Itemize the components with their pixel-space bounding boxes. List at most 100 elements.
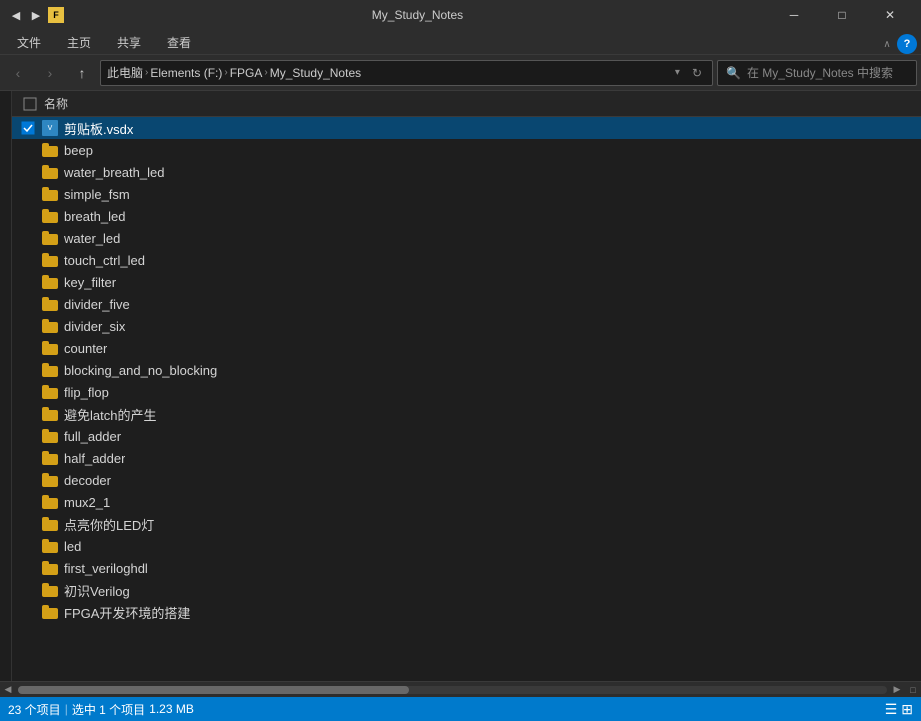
ribbon: 文件 主页 共享 查看 ∧ ? xyxy=(0,30,921,55)
corner-button[interactable]: □ xyxy=(905,682,921,698)
titlebar-icons: ◀ ▶ F xyxy=(8,7,64,23)
list-item[interactable]: water_led xyxy=(12,227,921,249)
item-checkbox[interactable] xyxy=(20,428,36,444)
folder-icon xyxy=(42,429,58,443)
folder-icon xyxy=(42,187,58,201)
list-item[interactable]: blocking_and_no_blocking xyxy=(12,359,921,381)
list-item[interactable]: key_filter xyxy=(12,271,921,293)
folder-icon xyxy=(42,363,58,377)
folder-icon xyxy=(42,407,58,421)
folder-icon xyxy=(42,385,58,399)
scroll-thumb[interactable] xyxy=(18,686,409,694)
back-button[interactable]: ‹ xyxy=(4,59,32,87)
refresh-icon[interactable]: ↻ xyxy=(688,66,706,80)
item-checkbox[interactable] xyxy=(20,560,36,576)
forward-icon: ▶ xyxy=(28,7,44,23)
item-name: half_adder xyxy=(64,451,125,466)
list-item[interactable]: flip_flop xyxy=(12,381,921,403)
item-checkbox[interactable] xyxy=(20,516,36,532)
item-checkbox[interactable] xyxy=(20,186,36,202)
folder-icon xyxy=(42,341,58,355)
header-checkbox[interactable] xyxy=(20,94,40,114)
list-item[interactable]: full_adder xyxy=(12,425,921,447)
titlebar: ◀ ▶ F My_Study_Notes ─ □ ✕ xyxy=(0,0,921,30)
item-checkbox[interactable] xyxy=(20,142,36,158)
item-checkbox[interactable] xyxy=(20,340,36,356)
item-checkbox[interactable] xyxy=(20,406,36,422)
list-item[interactable]: divider_five xyxy=(12,293,921,315)
item-checkbox[interactable] xyxy=(20,208,36,224)
up-button[interactable]: ↑ xyxy=(68,59,96,87)
list-item[interactable]: 初识Verilog xyxy=(12,579,921,601)
list-item[interactable]: FPGA开发环境的搭建 xyxy=(12,601,921,623)
list-item[interactable]: beep xyxy=(12,139,921,161)
close-button[interactable]: ✕ xyxy=(867,0,913,30)
item-checkbox[interactable] xyxy=(20,252,36,268)
search-bar[interactable]: 🔍 在 My_Study_Notes 中搜索 xyxy=(717,60,917,86)
view-grid-icon[interactable]: ⊞ xyxy=(901,701,913,718)
item-checkbox[interactable] xyxy=(20,450,36,466)
item-name: 避免latch的产生 xyxy=(64,405,156,424)
address-dropdown-icon[interactable]: ▾ xyxy=(671,67,684,78)
item-checkbox[interactable] xyxy=(20,494,36,510)
list-item[interactable]: counter xyxy=(12,337,921,359)
file-list[interactable]: 名称 V剪贴板.vsdxbeepwater_breath_ledsimple_f… xyxy=(12,91,921,681)
folder-icon xyxy=(42,539,58,553)
item-checkbox[interactable] xyxy=(20,384,36,400)
item-name: blocking_and_no_blocking xyxy=(64,363,217,378)
item-checkbox[interactable] xyxy=(20,472,36,488)
tab-view[interactable]: 查看 xyxy=(154,30,204,54)
horizontal-scrollbar[interactable]: ◀ ▶ □ xyxy=(0,681,921,697)
item-checkbox[interactable] xyxy=(20,164,36,180)
item-checkbox[interactable] xyxy=(20,362,36,378)
minimize-button[interactable]: ─ xyxy=(771,0,817,30)
address-bar[interactable]: 此电脑 › Elements (F:) › FPGA › My_Study_No… xyxy=(100,60,713,86)
list-item[interactable]: half_adder xyxy=(12,447,921,469)
scroll-track[interactable] xyxy=(18,686,887,694)
list-item[interactable]: decoder xyxy=(12,469,921,491)
list-item[interactable]: 避免latch的产生 xyxy=(12,403,921,425)
list-item[interactable]: touch_ctrl_led xyxy=(12,249,921,271)
item-name: touch_ctrl_led xyxy=(64,253,145,268)
item-name: counter xyxy=(64,341,107,356)
tab-home[interactable]: 主页 xyxy=(54,30,104,54)
folder-icon xyxy=(42,319,58,333)
breadcrumb: 此电脑 › Elements (F:) › FPGA › My_Study_No… xyxy=(107,64,667,81)
item-checkbox[interactable] xyxy=(20,604,36,620)
folder-icon xyxy=(42,253,58,267)
folder-icon xyxy=(42,231,58,245)
folder-icon xyxy=(42,517,58,531)
item-checkbox[interactable] xyxy=(20,274,36,290)
item-checkbox[interactable] xyxy=(20,538,36,554)
item-checkbox[interactable] xyxy=(20,296,36,312)
tab-file[interactable]: 文件 xyxy=(4,30,54,54)
forward-button[interactable]: › xyxy=(36,59,64,87)
breadcrumb-fpga: FPGA xyxy=(230,66,263,80)
view-list-icon[interactable]: ☰ xyxy=(885,701,898,718)
item-checkbox[interactable] xyxy=(20,120,36,136)
item-checkbox[interactable] xyxy=(20,230,36,246)
list-item[interactable]: V剪贴板.vsdx xyxy=(12,117,921,139)
scroll-right-button[interactable]: ▶ xyxy=(889,682,905,698)
list-item[interactable]: 点亮你的LED灯 xyxy=(12,513,921,535)
ribbon-tabs: 文件 主页 共享 查看 ∧ ? xyxy=(0,30,921,54)
list-item[interactable]: simple_fsm xyxy=(12,183,921,205)
list-item[interactable]: led xyxy=(12,535,921,557)
item-checkbox[interactable] xyxy=(20,318,36,334)
help-icon[interactable]: ? xyxy=(897,34,917,54)
list-item[interactable]: breath_led xyxy=(12,205,921,227)
scroll-left-button[interactable]: ◀ xyxy=(0,682,16,698)
tab-share[interactable]: 共享 xyxy=(104,30,154,54)
ribbon-expand-icon[interactable]: ∧ xyxy=(877,34,897,54)
item-name: water_led xyxy=(64,231,120,246)
item-name: 初识Verilog xyxy=(64,581,130,600)
item-name: divider_six xyxy=(64,319,125,334)
item-checkbox[interactable] xyxy=(20,582,36,598)
selected-size: 1.23 MB xyxy=(149,702,194,716)
maximize-button[interactable]: □ xyxy=(819,0,865,30)
list-item[interactable]: water_breath_led xyxy=(12,161,921,183)
list-item[interactable]: divider_six xyxy=(12,315,921,337)
list-item[interactable]: first_veriloghdl xyxy=(12,557,921,579)
list-item[interactable]: mux2_1 xyxy=(12,491,921,513)
window-title: My_Study_Notes xyxy=(70,8,765,22)
